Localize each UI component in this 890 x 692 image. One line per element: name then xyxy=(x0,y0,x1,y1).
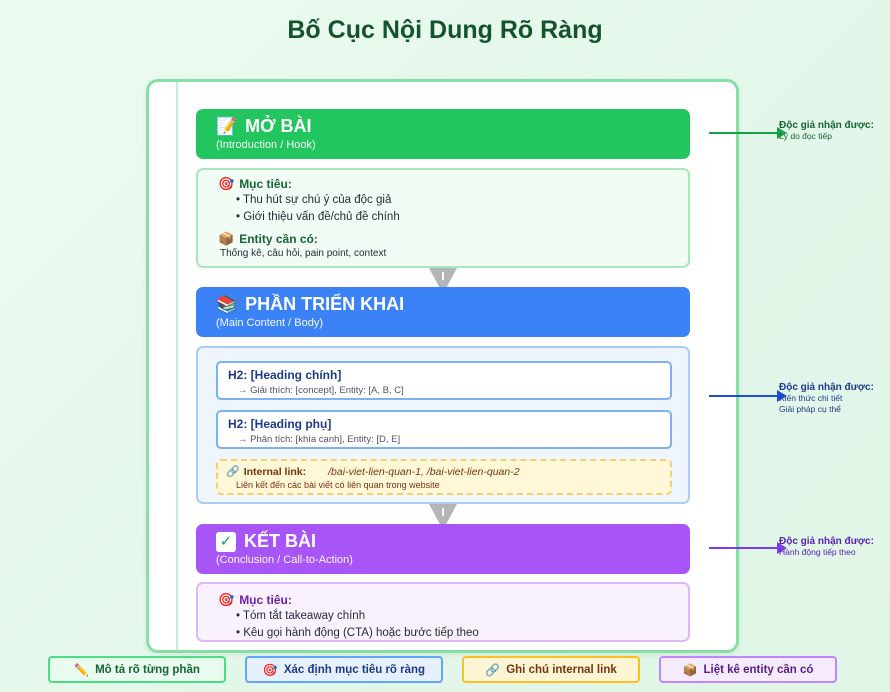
h2-main-desc: → Giải thích: [concept], Entity: [A, B, … xyxy=(238,385,404,396)
legend-goal-label: Xác định mục tiêu rõ ràng xyxy=(283,663,426,676)
intro-header: 📝 MỞ BÀI (Introduction / Hook) xyxy=(196,109,690,159)
intro-panel: 🎯 Mục tiêu: • Thu hút sự chú ý của độc gi… xyxy=(196,168,690,268)
legend-item-link: 🔗 Ghi chú internal link xyxy=(462,656,640,683)
intro-title: MỞ BÀI xyxy=(245,116,312,136)
legend-describe-label: Mô tả rõ từng phần xyxy=(95,663,200,676)
side-note-conclusion-line-1: Hành động tiếp theo xyxy=(779,547,856,557)
side-arrow-body xyxy=(709,390,787,402)
side-note-conclusion: Độc giả nhận được: Hành động tiếp theo xyxy=(779,536,874,558)
body-title: PHẦN TRIỂN KHAI xyxy=(245,294,405,314)
box-icon: 📦 xyxy=(682,662,698,677)
h2-main-box: H2: [Heading chính] → Giải thích: [conce… xyxy=(216,361,672,400)
conclusion-header: ✓ KẾT BÀI (Conclusion / Call-to-Action) xyxy=(196,524,690,574)
intro-goal-2: • Giới thiệu vấn đề/chủ đề chính xyxy=(236,211,400,223)
legend-entity-label: Liệt kê entity cần có xyxy=(703,663,814,676)
check-icon: ✓ xyxy=(216,531,236,552)
h2-main-title: H2: [Heading chính] xyxy=(228,368,342,382)
document-margin-line xyxy=(176,82,178,650)
link-label: Internal link: xyxy=(243,465,307,478)
legend-item-entity: 📦 Liệt kê entity cần có xyxy=(659,656,837,683)
side-note-body-line-1: Kiến thức chi tiết xyxy=(779,393,843,403)
h2-sub-title: H2: [Heading phụ] xyxy=(228,417,332,431)
conclusion-title: KẾT BÀI xyxy=(244,531,316,551)
h2-sub-box: H2: [Heading phụ] → Phân tích: [khía cạn… xyxy=(216,410,672,449)
body-panel: H2: [Heading chính] → Giải thích: [conce… xyxy=(196,346,690,504)
intro-goal-label: Mục tiêu: xyxy=(239,177,292,191)
target-icon: 🎯 xyxy=(218,176,235,191)
side-note-intro: Độc giả nhận được: Lý do đọc tiếp xyxy=(779,120,874,142)
intro-goal-1: • Thu hút sự chú ý của độc giả xyxy=(236,194,392,206)
side-note-conclusion-title: Độc giả nhận được: xyxy=(779,536,874,547)
side-arrow-intro xyxy=(709,127,787,139)
link-icon: 🔗 xyxy=(485,662,501,677)
side-arrow-conclusion xyxy=(709,542,787,554)
conclusion-goal-label: Mục tiêu: xyxy=(239,593,292,607)
side-note-intro-title: Độc giả nhận được: xyxy=(779,120,874,131)
legend-link-label: Ghi chú internal link xyxy=(506,663,617,676)
target-icon: 🎯 xyxy=(218,592,235,607)
internal-link-box: 🔗 Internal link: /bai-viet-lien-quan-1, /b… xyxy=(216,459,672,495)
target-icon: 🎯 xyxy=(262,662,278,677)
link-desc: Liên kết đến các bài viết có liên quan t… xyxy=(236,480,440,490)
books-icon: 📚 xyxy=(216,294,238,314)
memo-icon: 📝 xyxy=(216,116,238,136)
page-title: Bố Cục Nội Dung Rõ Ràng xyxy=(287,16,603,44)
legend-item-describe: ✏️ Mô tả rõ từng phần xyxy=(48,656,226,683)
side-note-body-line-2: Giải pháp cụ thể xyxy=(779,404,841,414)
link-paths: /bai-viet-lien-quan-1, /bai-viet-lien-qu… xyxy=(328,465,520,478)
conclusion-subtitle: (Conclusion / Call-to-Action) xyxy=(216,554,353,566)
conclusion-panel: 🎯 Mục tiêu: • Tóm tắt takeaway chính • Kê… xyxy=(196,582,690,642)
conclusion-goal-1: • Tóm tắt takeaway chính xyxy=(236,610,366,622)
box-icon: 📦 xyxy=(218,231,235,246)
intro-entity-label: Entity cần có: xyxy=(239,232,318,246)
legend-item-goal: 🎯 Xác định mục tiêu rõ ràng xyxy=(245,656,443,683)
conclusion-goal-2: • Kêu gọi hành động (CTA) hoặc bước tiếp… xyxy=(236,627,479,639)
h2-sub-desc: → Phân tích: [khía cạnh], Entity: [D, E] xyxy=(238,434,401,445)
pencil-icon: ✏️ xyxy=(74,662,90,677)
side-note-intro-line-1: Lý do đọc tiếp xyxy=(779,131,832,141)
intro-subtitle: (Introduction / Hook) xyxy=(216,139,316,151)
side-note-body: Độc giả nhận được: Kiến thức chi tiết Gi… xyxy=(779,382,874,415)
link-icon: 🔗 xyxy=(226,466,240,478)
intro-entity-text: Thống kê, câu hỏi, pain point, context xyxy=(220,248,387,259)
body-subtitle: (Main Content / Body) xyxy=(216,317,323,329)
side-note-body-title: Độc giả nhận được: xyxy=(779,382,874,393)
body-header: 📚 PHẦN TRIỂN KHAI (Main Content / Body) xyxy=(196,287,690,337)
